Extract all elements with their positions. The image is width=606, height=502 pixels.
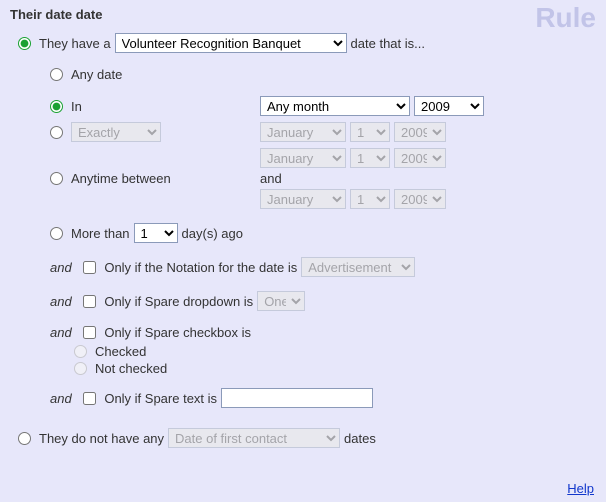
select-in-month[interactable]: Any month bbox=[260, 96, 410, 116]
between-and-word: and bbox=[260, 171, 282, 186]
select-exactly-month: January bbox=[260, 122, 346, 142]
select-exactly-day: 1 bbox=[350, 122, 390, 142]
checkbox-notation[interactable] bbox=[83, 261, 96, 274]
select-notation: Advertisement bbox=[301, 257, 415, 277]
they-have-post: date that is... bbox=[351, 36, 425, 51]
section-header: Their date date bbox=[0, 0, 606, 24]
radio-more-than[interactable] bbox=[50, 227, 63, 240]
radio-they-do-not-have[interactable] bbox=[18, 432, 31, 445]
in-label: In bbox=[71, 99, 82, 114]
radio-anytime-between[interactable] bbox=[50, 172, 63, 185]
radio-spare-not-checked bbox=[74, 362, 87, 375]
select-not-have-type: Date of first contact bbox=[168, 428, 340, 448]
any-date-label: Any date bbox=[71, 67, 122, 82]
page-title-watermark: Rule bbox=[535, 2, 596, 34]
and-1: and bbox=[50, 260, 72, 275]
and-3: and bbox=[50, 325, 72, 340]
radio-in[interactable] bbox=[50, 100, 63, 113]
and-4: and bbox=[50, 391, 72, 406]
more-than-pre: More than bbox=[71, 226, 130, 241]
select-between-from-day: 1 bbox=[350, 148, 390, 168]
select-between-from-year: 2009 bbox=[394, 148, 446, 168]
checkbox-spare-text[interactable] bbox=[83, 392, 96, 405]
radio-exactly[interactable] bbox=[50, 126, 63, 139]
spare-notchecked-label: Not checked bbox=[95, 360, 167, 377]
spare-dd-label: Only if Spare dropdown is bbox=[104, 294, 253, 309]
notation-label: Only if the Notation for the date is bbox=[104, 260, 297, 275]
anytime-label: Anytime between bbox=[71, 171, 171, 186]
radio-any-date[interactable] bbox=[50, 68, 63, 81]
radio-spare-checked bbox=[74, 345, 87, 358]
select-spare-dd: One bbox=[257, 291, 305, 311]
select-exactly: Exactly bbox=[71, 122, 161, 142]
and-2: and bbox=[50, 294, 72, 309]
spare-text-label: Only if Spare text is bbox=[104, 391, 217, 406]
checkbox-spare-dropdown[interactable] bbox=[83, 295, 96, 308]
select-between-from-month: January bbox=[260, 148, 346, 168]
not-have-post: dates bbox=[344, 431, 376, 446]
input-spare-text[interactable] bbox=[221, 388, 373, 408]
select-date-type[interactable]: Volunteer Recognition Banquet bbox=[115, 33, 347, 53]
more-than-post: day(s) ago bbox=[182, 226, 243, 241]
checkbox-spare-checkbox[interactable] bbox=[83, 326, 96, 339]
help-link[interactable]: Help bbox=[567, 481, 594, 496]
select-more-than-days[interactable]: 1 bbox=[134, 223, 178, 243]
spare-checked-label: Checked bbox=[95, 343, 146, 360]
radio-they-have[interactable] bbox=[18, 37, 31, 50]
spare-cb-label: Only if Spare checkbox is bbox=[104, 325, 251, 340]
select-between-to-day: 1 bbox=[350, 189, 390, 209]
select-in-year[interactable]: 2009 bbox=[414, 96, 484, 116]
they-have-pre: They have a bbox=[39, 36, 111, 51]
not-have-pre: They do not have any bbox=[39, 431, 164, 446]
select-between-to-month: January bbox=[260, 189, 346, 209]
select-between-to-year: 2009 bbox=[394, 189, 446, 209]
select-exactly-year: 2009 bbox=[394, 122, 446, 142]
